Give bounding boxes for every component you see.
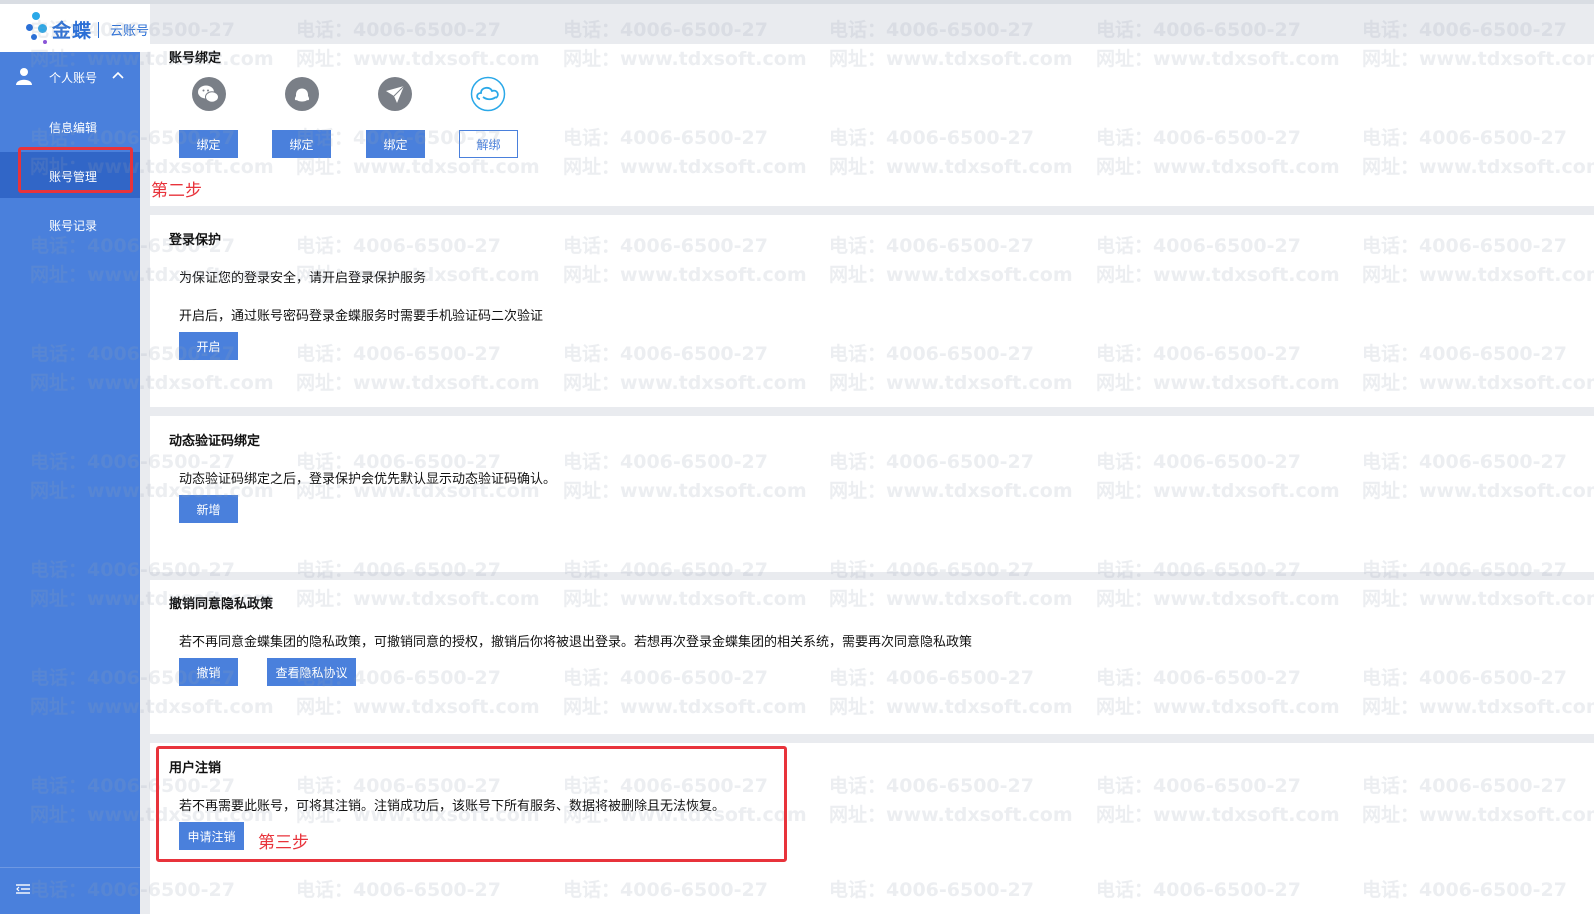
watermark-phone: 电话：4006-6500-27 xyxy=(296,19,501,41)
watermark-phone: 电话：4006-6500-27 xyxy=(829,19,1034,41)
top-border xyxy=(0,0,1594,4)
section-title: 账号绑定 xyxy=(169,51,222,66)
sidebar-item-label: 信息编辑 xyxy=(49,121,98,135)
kingdee-logo-icon xyxy=(26,12,50,46)
bind-wechat-button[interactable]: 绑定 xyxy=(179,130,238,158)
qq-icon xyxy=(285,77,319,111)
section-description: 动态验证码绑定之后，登录保护会优先默认显示动态验证码确认。 xyxy=(179,472,557,487)
brand-subtitle: 云账号 xyxy=(110,24,150,39)
account-binding-panel: 账号绑定 绑定 绑定 绑定 解绑 xyxy=(150,44,1594,206)
sidebar-group-personal-account[interactable]: 个人账号 xyxy=(0,62,140,92)
sidebar-item-account-records[interactable]: 账号记录 xyxy=(0,201,140,247)
section-description: 为保证您的登录安全，请开启登录保护服务 xyxy=(179,271,427,286)
annotation-box-step3 xyxy=(156,746,787,862)
view-privacy-agreement-button[interactable]: 查看隐私协议 xyxy=(267,658,356,686)
sidebar-item-info-edit[interactable]: 信息编辑 xyxy=(0,103,140,149)
annotation-step2-label: 第二步 xyxy=(151,181,202,201)
brand-divider xyxy=(98,22,99,38)
privacy-revoke-panel: 撤销同意隐私政策 若不再同意金蝶集团的隐私政策，可撤销同意的授权，撤销后你将被退… xyxy=(150,580,1594,734)
collapse-menu-icon[interactable] xyxy=(16,884,30,894)
annotation-step3-label: 第三步 xyxy=(258,833,309,853)
section-description: 开启后，通过账号密码登录金蝶服务时需要手机验证码二次验证 xyxy=(179,309,544,324)
annotation-box-step2 xyxy=(18,147,133,193)
revoke-privacy-button[interactable]: 撤销 xyxy=(179,658,238,686)
enable-login-protection-button[interactable]: 开启 xyxy=(179,332,238,360)
wechat-icon xyxy=(192,77,226,111)
brand-name: 金蝶 xyxy=(52,20,93,42)
dynamic-code-panel: 动态验证码绑定 动态验证码绑定之后，登录保护会优先默认显示动态验证码确认。 新增 xyxy=(150,416,1594,572)
section-title: 动态验证码绑定 xyxy=(169,434,261,449)
watermark-phone: 电话：4006-6500-27 xyxy=(1362,19,1567,41)
brand-logo[interactable]: 金蝶 云账号 xyxy=(0,4,150,52)
login-protection-panel: 登录保护 为保证您的登录安全，请开启登录保护服务 开启后，通过账号密码登录金蝶服… xyxy=(150,215,1594,407)
add-dynamic-code-button[interactable]: 新增 xyxy=(179,495,238,523)
watermark-phone: 电话：4006-6500-27 xyxy=(563,19,768,41)
sidebar-group-label: 个人账号 xyxy=(49,71,98,85)
sidebar-divider xyxy=(0,867,140,868)
section-title: 登录保护 xyxy=(169,233,222,248)
paper-plane-icon xyxy=(378,77,412,111)
watermark-phone: 电话：4006-6500-27 xyxy=(1096,19,1301,41)
bind-qq-button[interactable]: 绑定 xyxy=(272,130,331,158)
bind-plane-button[interactable]: 绑定 xyxy=(366,130,425,158)
section-title: 撤销同意隐私政策 xyxy=(169,597,274,612)
cloud-icon xyxy=(470,76,506,112)
section-description: 若不再同意金蝶集团的隐私政策，可撤销同意的授权，撤销后你将被退出登录。若想再次登… xyxy=(179,635,973,650)
user-icon xyxy=(16,68,32,85)
sidebar-item-label: 账号记录 xyxy=(49,219,98,233)
chevron-up-icon xyxy=(112,71,124,79)
unbind-cloud-button[interactable]: 解绑 xyxy=(459,130,518,158)
